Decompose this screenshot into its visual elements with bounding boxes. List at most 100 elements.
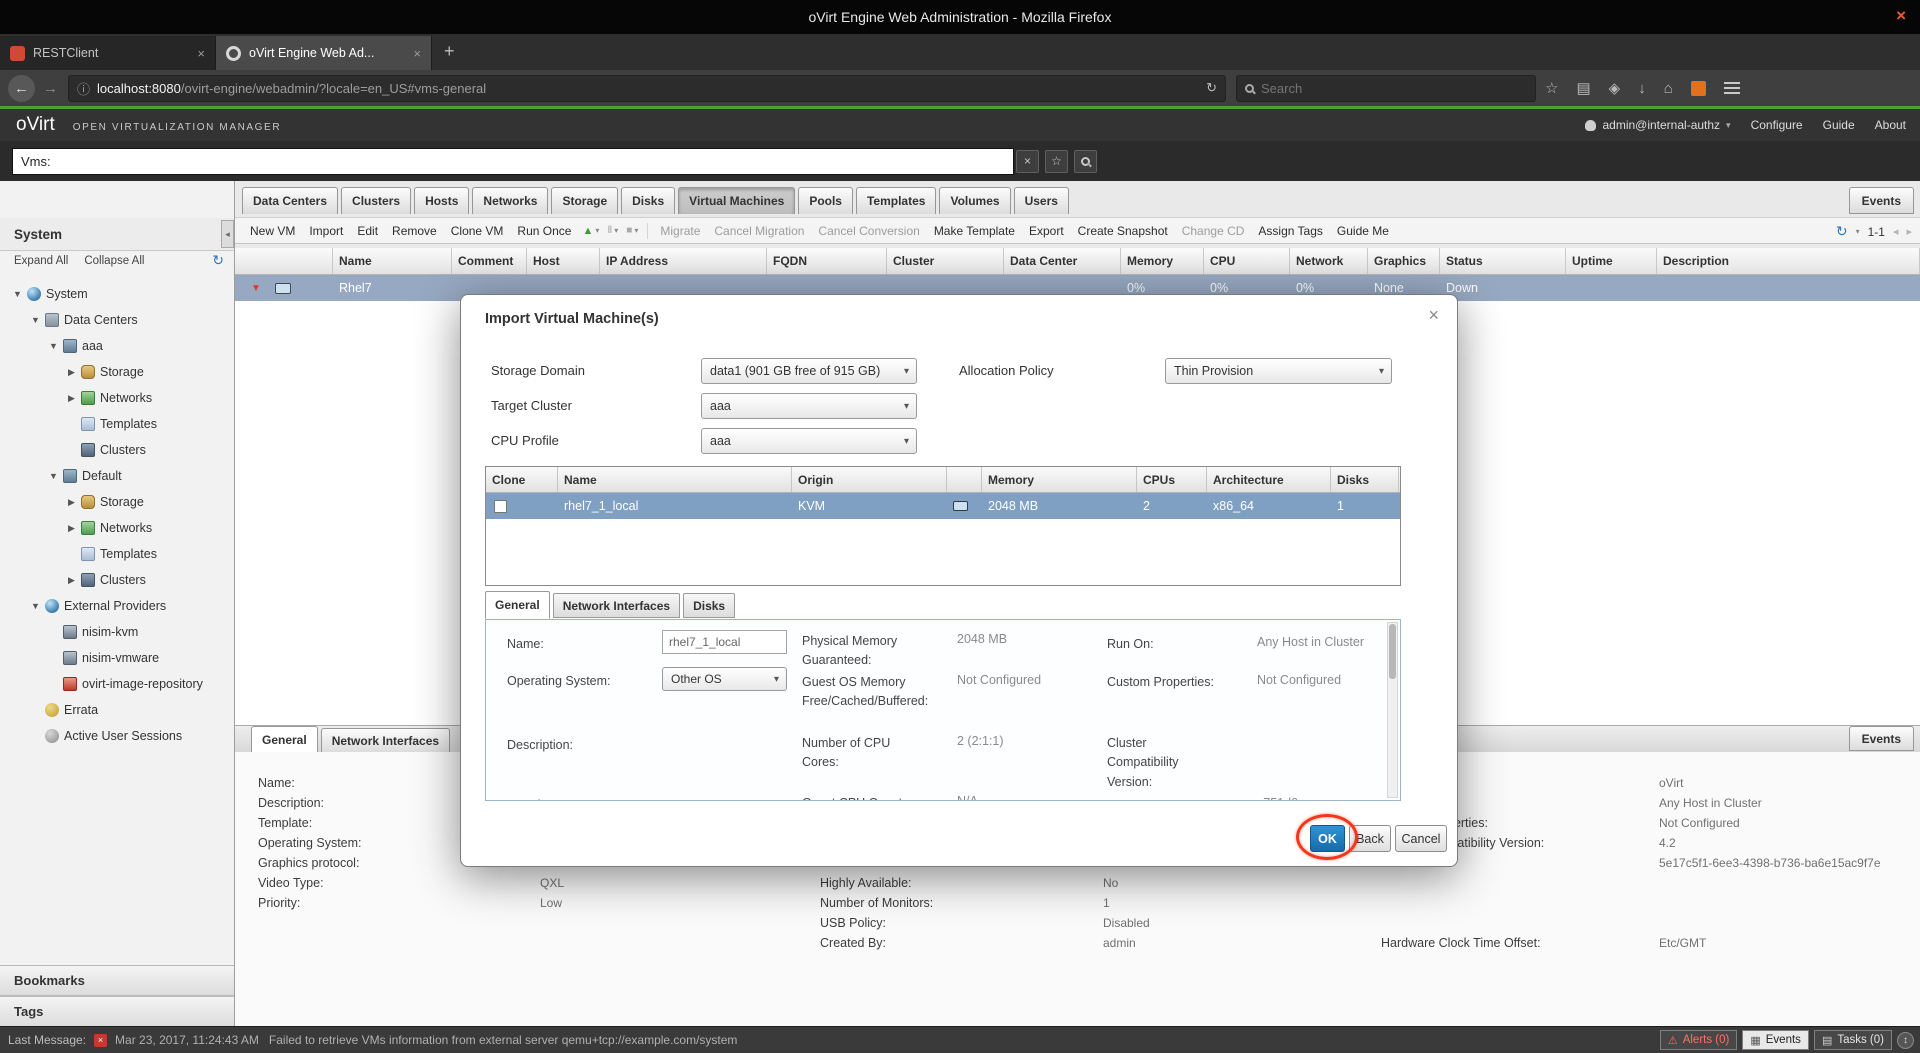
detail-tab-network-interfaces[interactable]: Network Interfaces	[321, 728, 450, 752]
column-data-center[interactable]: Data Center	[1004, 248, 1121, 274]
tab-events-top[interactable]: Events	[1849, 187, 1914, 214]
tree-item-default-storage[interactable]: ▶Storage	[0, 489, 234, 515]
share-icon[interactable]: ◈	[1609, 79, 1621, 97]
column-name[interactable]: Name	[333, 248, 452, 274]
statusbar-toggle-icon[interactable]: ↕	[1897, 1032, 1914, 1049]
tree-item-aaa-clusters[interactable]: Clusters	[0, 437, 234, 463]
alerts-button[interactable]: ⚠Alerts (0)	[1660, 1030, 1738, 1050]
guide-link[interactable]: Guide	[1823, 118, 1855, 132]
browser-tab-restclient[interactable]: RESTClient ×	[0, 36, 216, 70]
downloads-icon[interactable]: ↓	[1638, 80, 1646, 97]
cancel-button[interactable]: Cancel	[1395, 825, 1447, 852]
back-button[interactable]: Back	[1349, 825, 1391, 852]
edit-button[interactable]: Edit	[350, 224, 385, 238]
scrollbar-thumb[interactable]	[1389, 624, 1396, 679]
os-select[interactable]: Other OS	[662, 667, 787, 691]
clone-checkbox[interactable]	[494, 500, 507, 513]
column-graphics[interactable]: Graphics	[1368, 248, 1440, 274]
tab-storage[interactable]: Storage	[551, 187, 618, 214]
run-once-button[interactable]: Run Once	[510, 224, 578, 238]
expander-icon[interactable]: ▶	[64, 575, 79, 586]
chevron-down-icon[interactable]: ▾	[1856, 227, 1860, 236]
expander-icon[interactable]: ▼	[46, 341, 61, 351]
expander-icon[interactable]: ▼	[28, 601, 43, 611]
tree-item-external-providers[interactable]: ▼External Providers	[0, 593, 234, 619]
forward-icon[interactable]: →	[43, 80, 58, 97]
tree-item-aaa-templates[interactable]: Templates	[0, 411, 234, 437]
url-bar[interactable]: ⓘ localhost:8080/ovirt-engine/webadmin/?…	[68, 75, 1226, 102]
tree-item-errata[interactable]: Errata	[0, 697, 234, 723]
create-snapshot-button[interactable]: Create Snapshot	[1071, 224, 1175, 238]
browser-tab-ovirt[interactable]: oVirt Engine Web Ad... ×	[216, 36, 432, 70]
import-button[interactable]: Import	[302, 224, 350, 238]
expander-icon[interactable]: ▶	[64, 497, 79, 508]
column-cpu[interactable]: CPU	[1204, 248, 1290, 274]
tab-pools[interactable]: Pools	[798, 187, 853, 214]
collapse-all-link[interactable]: Collapse All	[84, 255, 144, 267]
bookmarks-section[interactable]: Bookmarks	[0, 965, 234, 996]
addon-icon[interactable]	[1691, 81, 1706, 96]
refresh-icon[interactable]: ↻	[1836, 223, 1848, 240]
column-network[interactable]: Network	[1290, 248, 1368, 274]
tab-templates[interactable]: Templates	[856, 187, 936, 214]
column-memory[interactable]: Memory	[1121, 248, 1204, 274]
tree-item-active-user-sessions[interactable]: Active User Sessions	[0, 723, 234, 749]
column-cluster[interactable]: Cluster	[887, 248, 1004, 274]
tree-item-data-centers[interactable]: ▼Data Centers	[0, 307, 234, 333]
browser-search-input[interactable]	[1261, 81, 1501, 96]
home-icon[interactable]: ⌂	[1664, 80, 1673, 97]
panel-scrollbar[interactable]	[1387, 622, 1398, 798]
vm-name-input[interactable]	[662, 630, 787, 654]
expander-icon[interactable]: ▶	[64, 523, 79, 534]
column-description[interactable]: Description	[1657, 248, 1920, 274]
expander-icon[interactable]: ▼	[28, 315, 43, 325]
target-cluster-select[interactable]: aaa	[701, 393, 917, 419]
menu-icon[interactable]	[1724, 82, 1740, 94]
dialog-close-icon[interactable]: ×	[1428, 305, 1439, 326]
expander-icon[interactable]: ▶	[64, 393, 79, 404]
tab-close-icon[interactable]: ×	[197, 46, 205, 61]
reload-icon[interactable]: ↻	[1206, 80, 1217, 96]
new-vm-button[interactable]: New VM	[243, 224, 302, 238]
tree-item-default-clusters[interactable]: ▶Clusters	[0, 567, 234, 593]
tab-clusters[interactable]: Clusters	[341, 187, 411, 214]
tab-virtual-machines[interactable]: Virtual Machines	[678, 187, 795, 214]
browser-search[interactable]	[1236, 75, 1536, 102]
site-info-icon[interactable]: ⓘ	[77, 79, 90, 98]
column-fqdn[interactable]: FQDN	[767, 248, 887, 274]
tree-item-aaa-networks[interactable]: ▶Networks	[0, 385, 234, 411]
column-host[interactable]: Host	[527, 248, 600, 274]
column-uptime[interactable]: Uptime	[1566, 248, 1657, 274]
tab-networks[interactable]: Networks	[472, 187, 548, 214]
bookmarks-menu-icon[interactable]: ▤	[1576, 79, 1590, 97]
assign-tags-button[interactable]: Assign Tags	[1251, 224, 1329, 238]
detail-tab-general[interactable]: General	[251, 726, 318, 752]
tab-disks[interactable]: Disks	[621, 187, 675, 214]
dialog-tab-general[interactable]: General	[485, 591, 550, 619]
search-bookmark-icon[interactable]: ☆	[1045, 150, 1068, 173]
events-button[interactable]: ▦Events	[1742, 1030, 1809, 1050]
make-template-button[interactable]: Make Template	[927, 224, 1022, 238]
sidebar-collapse-icon[interactable]: ◂	[221, 220, 234, 248]
tasks-button[interactable]: ▤Tasks (0)	[1814, 1030, 1892, 1050]
bookmark-star-icon[interactable]: ☆	[1545, 79, 1558, 97]
tree-item-system[interactable]: ▼System	[0, 281, 234, 307]
expander-icon[interactable]: ▼	[10, 289, 25, 299]
user-menu[interactable]: admin@internal-authz ▾	[1585, 118, 1730, 132]
next-page-icon[interactable]: ▸	[1906, 225, 1912, 238]
tree-item-nisim-vmware[interactable]: nisim-vmware	[0, 645, 234, 671]
cpu-profile-select[interactable]: aaa	[701, 428, 917, 454]
tree-item-datacenter-aaa[interactable]: ▼aaa	[0, 333, 234, 359]
tree-item-nisim-kvm[interactable]: nisim-kvm	[0, 619, 234, 645]
remove-button[interactable]: Remove	[385, 224, 444, 238]
tab-data-centers[interactable]: Data Centers	[242, 187, 338, 214]
tree-refresh-icon[interactable]: ↻	[212, 252, 224, 269]
vm-search-input[interactable]	[12, 148, 1014, 175]
detail-tab-events[interactable]: Events	[1849, 726, 1914, 751]
about-link[interactable]: About	[1875, 118, 1906, 132]
ok-button[interactable]: OK	[1310, 825, 1345, 852]
tree-item-ovirt-image-repository[interactable]: ovirt-image-repository	[0, 671, 234, 697]
column-comment[interactable]: Comment	[452, 248, 527, 274]
column-status[interactable]: Status	[1440, 248, 1566, 274]
window-close-icon[interactable]: ×	[1896, 6, 1906, 26]
